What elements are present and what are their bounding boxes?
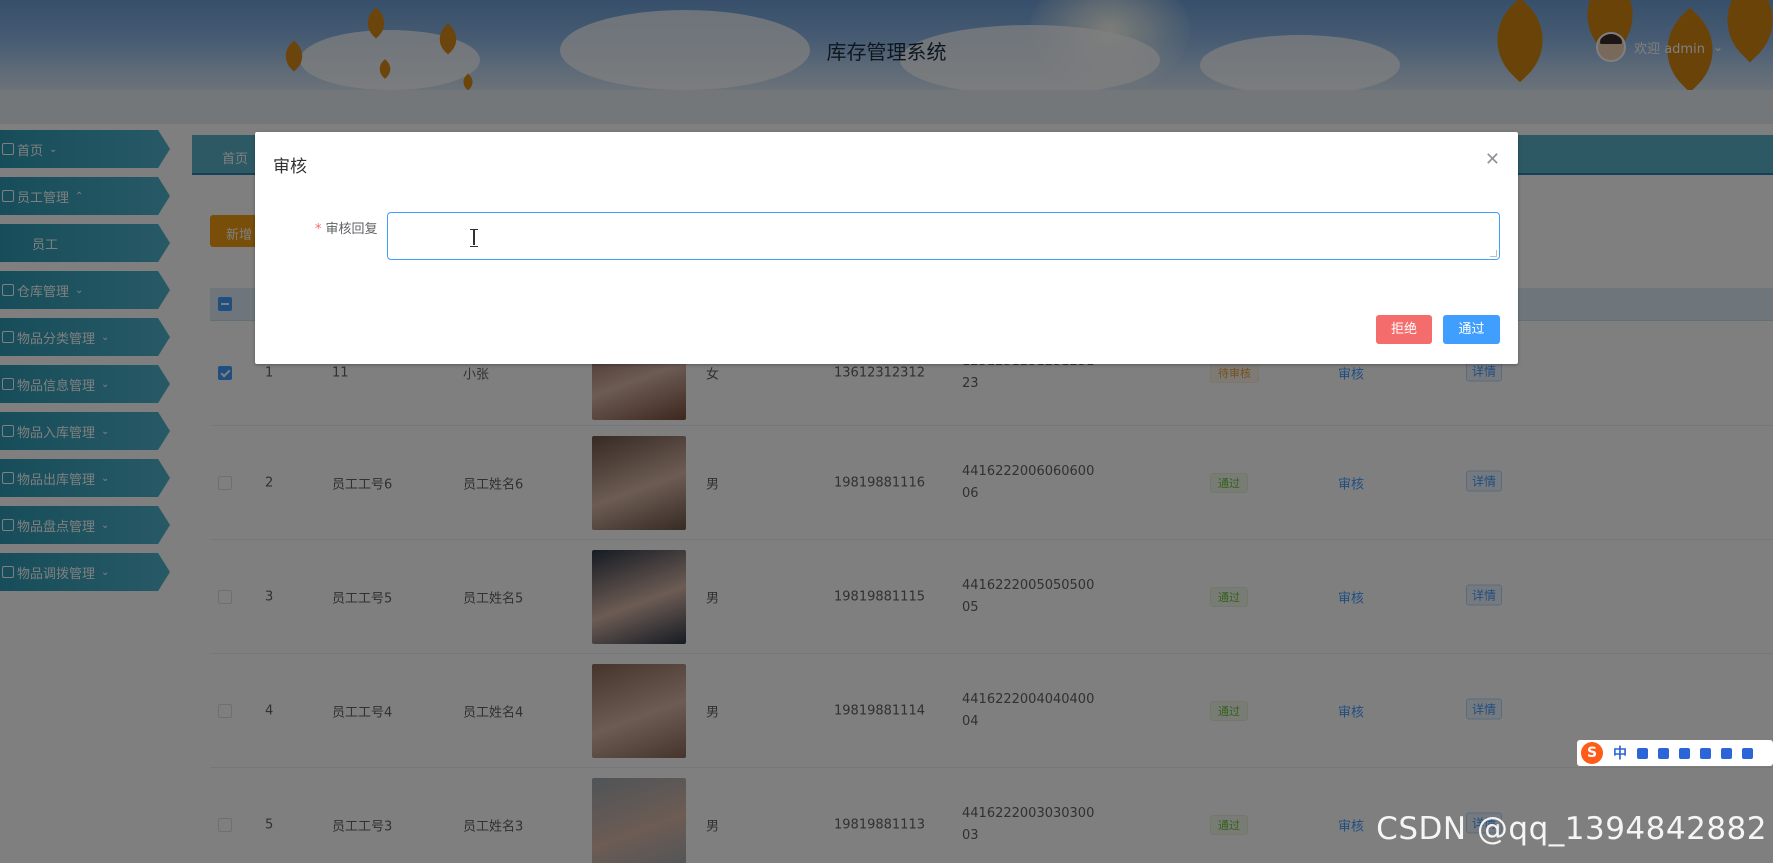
reject-button[interactable]: 拒绝	[1376, 315, 1432, 344]
audit-reply-textarea[interactable]	[387, 212, 1500, 260]
ime-language-toggle[interactable]: 中	[1613, 743, 1627, 763]
resize-handle-icon[interactable]	[1490, 250, 1497, 257]
text-cursor-icon	[470, 229, 478, 247]
punctuation-icon[interactable]	[1637, 747, 1648, 759]
skin-icon[interactable]	[1700, 747, 1711, 759]
dialog-title: 审核	[273, 157, 307, 177]
watermark: CSDN @qq_1394842882	[1376, 811, 1767, 847]
field-label-text: 审核回复	[325, 222, 378, 237]
audit-reply-label: * 审核回复	[315, 218, 378, 237]
sogou-logo-icon: S	[1581, 742, 1603, 764]
game-icon[interactable]	[1721, 747, 1732, 759]
apps-icon[interactable]	[1742, 747, 1753, 759]
required-mark: *	[315, 222, 322, 237]
modal-overlay[interactable]	[0, 0, 1773, 863]
microphone-icon[interactable]	[1658, 747, 1669, 759]
close-icon[interactable]: ✕	[1485, 149, 1500, 170]
audit-dialog: 审核 ✕ * 审核回复 拒绝 通过	[255, 132, 1518, 364]
ime-toolbar[interactable]: S 中	[1577, 740, 1773, 766]
pass-button[interactable]: 通过	[1443, 315, 1500, 344]
keyboard-icon[interactable]	[1679, 747, 1690, 759]
